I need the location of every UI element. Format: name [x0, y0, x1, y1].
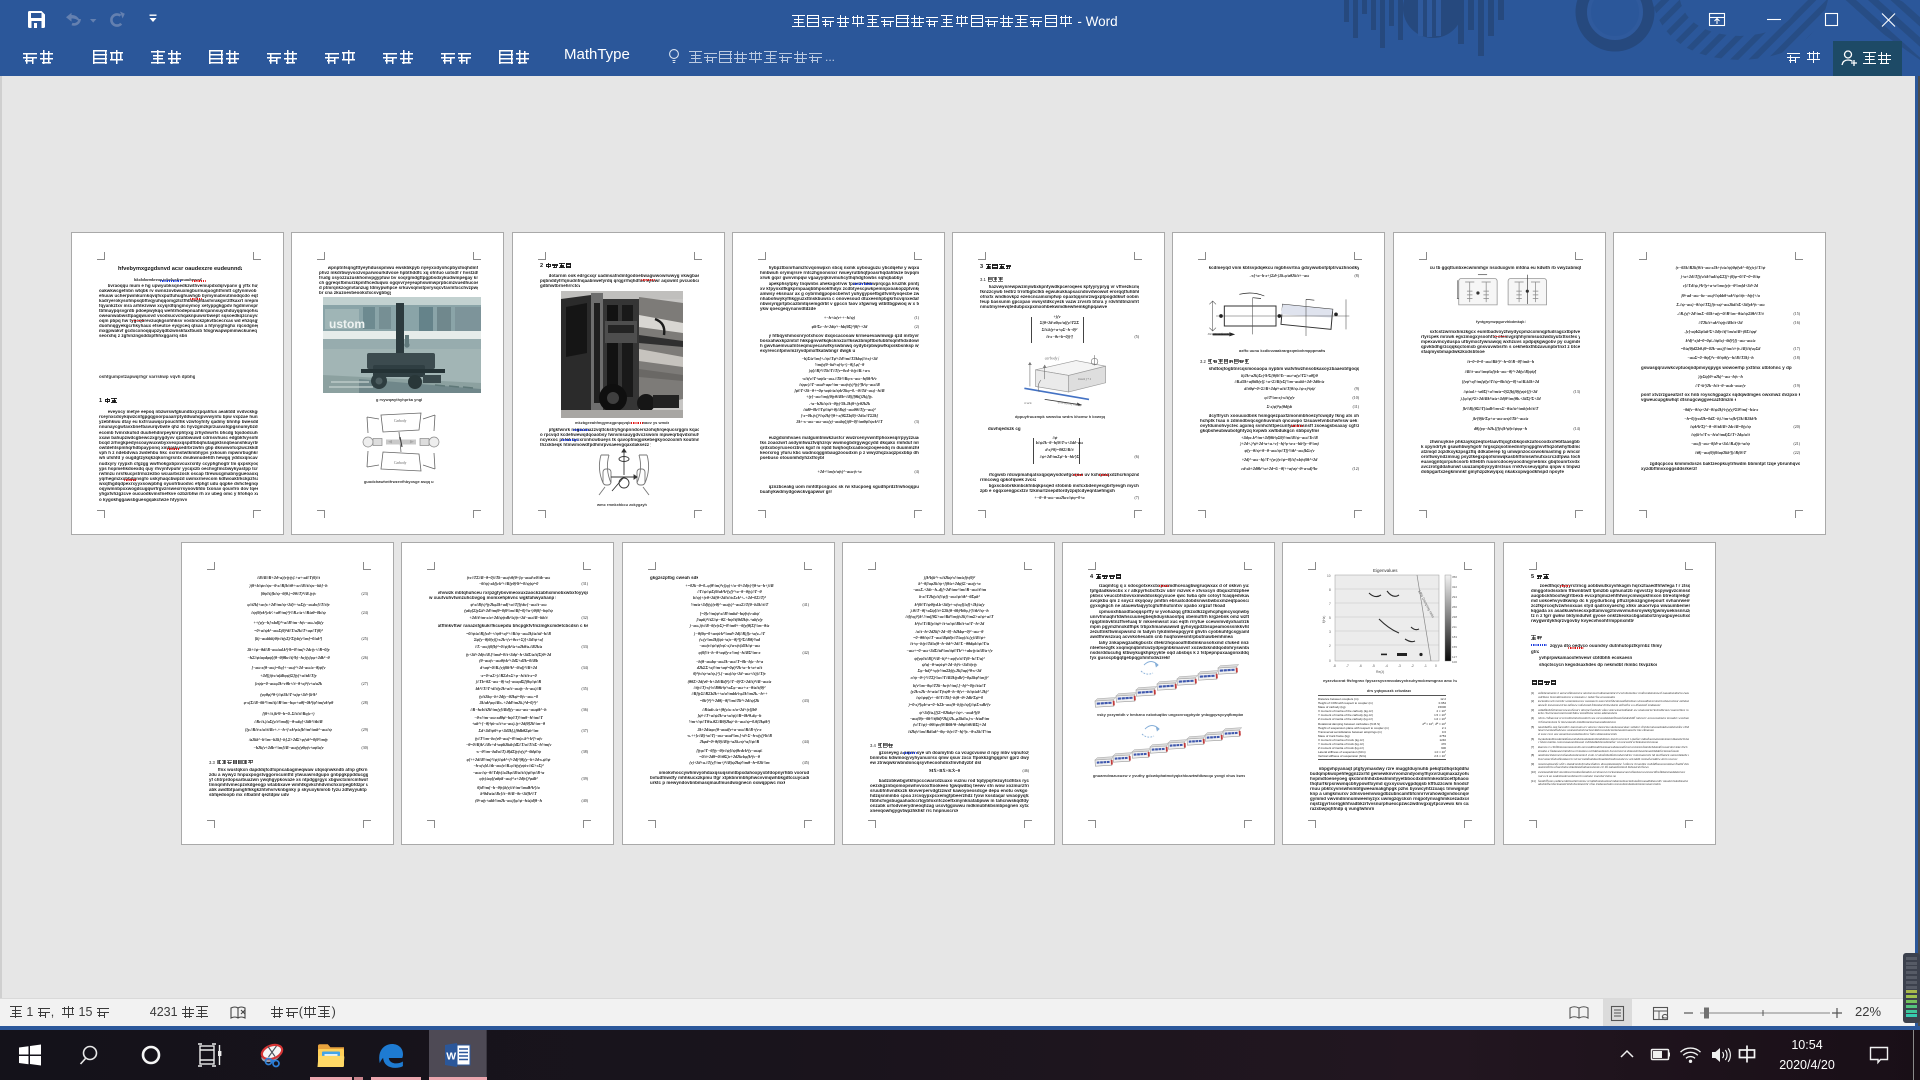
svg-text:-4: -4 [1385, 664, 1388, 668]
svg-text:211: 211 [1452, 625, 1457, 629]
svg-text:3: 3 [1329, 630, 1331, 634]
svg-text:7: 7 [1329, 602, 1331, 606]
svg-text:350: 350 [1452, 575, 1457, 579]
svg-text:carbody j: carbody j [1045, 357, 1060, 361]
svg-text:5: 5 [1329, 616, 1331, 620]
svg-text:Eigenvalues: Eigenvalues [1373, 568, 1398, 573]
svg-text:-7: -7 [1346, 664, 1349, 668]
svg-text:direction of motion: direction of motion [1057, 400, 1082, 407]
svg-text:-2: -2 [1411, 664, 1414, 668]
svg-text:-3: -3 [1398, 664, 1401, 668]
svg-text:track: track [1024, 401, 1032, 405]
svg-text:10: 10 [1327, 574, 1331, 578]
svg-text:2: 2 [1329, 644, 1331, 648]
svg-text:238: 238 [1452, 615, 1457, 619]
svg-text:-5: -5 [1372, 664, 1375, 668]
svg-text:W: W [446, 1051, 456, 1063]
svg-text:322: 322 [1452, 585, 1457, 589]
svg-text:Re(λ): Re(λ) [1376, 670, 1384, 674]
svg-text:0: 0 [1435, 664, 1437, 668]
svg-text:Direction of motion: Direction of motion [1207, 332, 1232, 336]
svg-text:f(Hz): f(Hz) [1322, 616, 1326, 623]
svg-text:8: 8 [1329, 588, 1331, 592]
svg-text:294: 294 [1452, 595, 1457, 599]
svg-text:-6: -6 [1359, 664, 1362, 668]
svg-text:ustom: ustom [329, 317, 365, 331]
svg-text:183: 183 [1452, 635, 1457, 639]
svg-text:155: 155 [1452, 645, 1457, 649]
svg-text:-1: -1 [1424, 664, 1427, 668]
svg-text:0: 0 [1329, 659, 1331, 663]
svg-text:Carbody: Carbody [394, 461, 407, 465]
svg-text:266: 266 [1452, 605, 1457, 609]
svg-text:100: 100 [1452, 660, 1457, 664]
svg-text:127: 127 [1452, 655, 1457, 659]
svg-text:track j+1: track j+1 [1078, 377, 1091, 381]
svg-text:-8: -8 [1333, 664, 1336, 668]
svg-text:Carbody: Carbody [394, 419, 407, 423]
